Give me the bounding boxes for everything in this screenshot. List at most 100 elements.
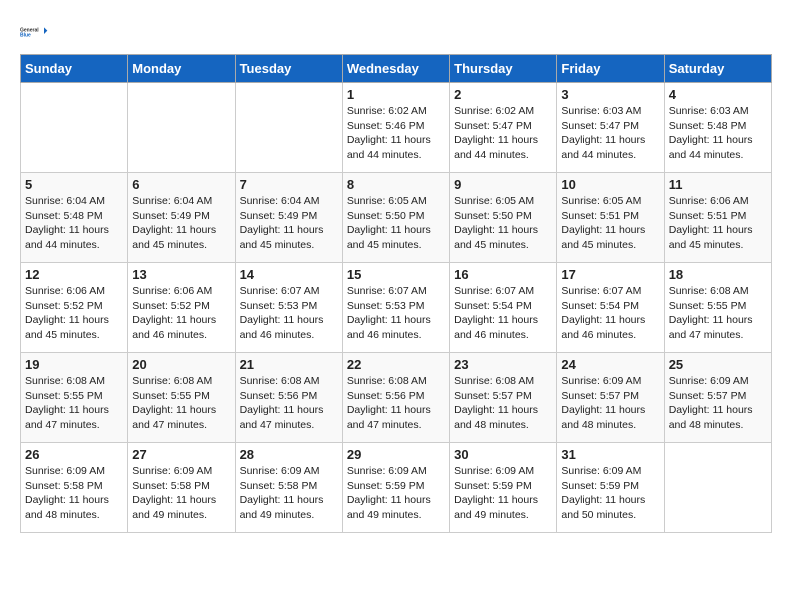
day-info: Sunrise: 6:09 AM Sunset: 5:57 PM Dayligh… bbox=[669, 374, 767, 433]
day-info: Sunrise: 6:08 AM Sunset: 5:55 PM Dayligh… bbox=[25, 374, 123, 433]
calendar-cell: 8 Sunrise: 6:05 AM Sunset: 5:50 PM Daylig… bbox=[342, 173, 449, 263]
day-info: Sunrise: 6:07 AM Sunset: 5:53 PM Dayligh… bbox=[347, 284, 445, 343]
day-number: 9 bbox=[454, 177, 552, 192]
day-info: Sunrise: 6:08 AM Sunset: 5:55 PM Dayligh… bbox=[132, 374, 230, 433]
day-info: Sunrise: 6:07 AM Sunset: 5:54 PM Dayligh… bbox=[454, 284, 552, 343]
day-number: 3 bbox=[561, 87, 659, 102]
calendar-cell: 12Sunrise: 6:06 AM Sunset: 5:52 PM Dayli… bbox=[21, 263, 128, 353]
day-number: 5 bbox=[25, 177, 123, 192]
calendar-cell: 26 Sunrise: 6:09 AM Sunset: 5:58 PM Dayli… bbox=[21, 443, 128, 533]
svg-text:Blue: Blue bbox=[20, 33, 31, 39]
day-number: 18 bbox=[669, 267, 767, 282]
calendar-cell: 29Sunrise: 6:09 AM Sunset: 5:59 PM Dayli… bbox=[342, 443, 449, 533]
day-info: Sunrise: 6:05 AM Sunset: 5:50 PM Dayligh… bbox=[347, 194, 445, 253]
calendar-cell: 30 Sunrise: 6:09 AM Sunset: 5:59 PM Dayli… bbox=[450, 443, 557, 533]
calendar-cell: 23 Sunrise: 6:08 AM Sunset: 5:57 PM Dayli… bbox=[450, 353, 557, 443]
day-info: Sunrise: 6:09 AM Sunset: 5:59 PM Dayligh… bbox=[561, 464, 659, 523]
calendar-week-row: 1 Sunrise: 6:02 AM Sunset: 5:46 PM Daylig… bbox=[21, 83, 772, 173]
calendar-cell: 14 Sunrise: 6:07 AM Sunset: 5:53 PM Dayli… bbox=[235, 263, 342, 353]
day-number: 13 bbox=[132, 267, 230, 282]
calendar-cell bbox=[21, 83, 128, 173]
calendar-cell bbox=[664, 443, 771, 533]
calendar-week-row: 12Sunrise: 6:06 AM Sunset: 5:52 PM Dayli… bbox=[21, 263, 772, 353]
day-info: Sunrise: 6:09 AM Sunset: 5:59 PM Dayligh… bbox=[454, 464, 552, 523]
day-info: Sunrise: 6:09 AM Sunset: 5:57 PM Dayligh… bbox=[561, 374, 659, 433]
weekday-header-wednesday: Wednesday bbox=[342, 55, 449, 83]
calendar-cell: 15 Sunrise: 6:07 AM Sunset: 5:53 PM Dayli… bbox=[342, 263, 449, 353]
day-info: Sunrise: 6:04 AM Sunset: 5:48 PM Dayligh… bbox=[25, 194, 123, 253]
day-number: 22 bbox=[347, 357, 445, 372]
calendar-week-row: 19Sunrise: 6:08 AM Sunset: 5:55 PM Dayli… bbox=[21, 353, 772, 443]
calendar-cell: 27 Sunrise: 6:09 AM Sunset: 5:58 PM Dayli… bbox=[128, 443, 235, 533]
day-number: 30 bbox=[454, 447, 552, 462]
day-number: 10 bbox=[561, 177, 659, 192]
calendar-cell: 11Sunrise: 6:06 AM Sunset: 5:51 PM Dayli… bbox=[664, 173, 771, 263]
day-info: Sunrise: 6:02 AM Sunset: 5:46 PM Dayligh… bbox=[347, 104, 445, 163]
weekday-header-friday: Friday bbox=[557, 55, 664, 83]
day-number: 28 bbox=[240, 447, 338, 462]
day-number: 23 bbox=[454, 357, 552, 372]
day-number: 6 bbox=[132, 177, 230, 192]
calendar-cell: 7Sunrise: 6:04 AM Sunset: 5:49 PM Daylig… bbox=[235, 173, 342, 263]
weekday-header-tuesday: Tuesday bbox=[235, 55, 342, 83]
day-number: 26 bbox=[25, 447, 123, 462]
day-info: Sunrise: 6:04 AM Sunset: 5:49 PM Dayligh… bbox=[132, 194, 230, 253]
day-info: Sunrise: 6:09 AM Sunset: 5:58 PM Dayligh… bbox=[25, 464, 123, 523]
day-info: Sunrise: 6:07 AM Sunset: 5:53 PM Dayligh… bbox=[240, 284, 338, 343]
calendar-cell: 21 Sunrise: 6:08 AM Sunset: 5:56 PM Dayli… bbox=[235, 353, 342, 443]
calendar-cell: 4Sunrise: 6:03 AM Sunset: 5:48 PM Daylig… bbox=[664, 83, 771, 173]
day-number: 31 bbox=[561, 447, 659, 462]
calendar-cell: 31 Sunrise: 6:09 AM Sunset: 5:59 PM Dayli… bbox=[557, 443, 664, 533]
calendar-cell: 13 Sunrise: 6:06 AM Sunset: 5:52 PM Dayli… bbox=[128, 263, 235, 353]
day-number: 27 bbox=[132, 447, 230, 462]
calendar-cell: 22 Sunrise: 6:08 AM Sunset: 5:56 PM Dayli… bbox=[342, 353, 449, 443]
day-info: Sunrise: 6:03 AM Sunset: 5:47 PM Dayligh… bbox=[561, 104, 659, 163]
day-info: Sunrise: 6:05 AM Sunset: 5:50 PM Dayligh… bbox=[454, 194, 552, 253]
day-number: 1 bbox=[347, 87, 445, 102]
calendar-cell bbox=[128, 83, 235, 173]
logo: GeneralBlue bbox=[20, 20, 50, 44]
day-info: Sunrise: 6:09 AM Sunset: 5:58 PM Dayligh… bbox=[132, 464, 230, 523]
day-number: 25 bbox=[669, 357, 767, 372]
day-info: Sunrise: 6:08 AM Sunset: 5:56 PM Dayligh… bbox=[240, 374, 338, 433]
weekday-header-monday: Monday bbox=[128, 55, 235, 83]
calendar-cell: 17 Sunrise: 6:07 AM Sunset: 5:54 PM Dayli… bbox=[557, 263, 664, 353]
day-number: 16 bbox=[454, 267, 552, 282]
day-info: Sunrise: 6:04 AM Sunset: 5:49 PM Dayligh… bbox=[240, 194, 338, 253]
calendar-cell: 28Sunrise: 6:09 AM Sunset: 5:58 PM Dayli… bbox=[235, 443, 342, 533]
day-number: 21 bbox=[240, 357, 338, 372]
day-info: Sunrise: 6:06 AM Sunset: 5:52 PM Dayligh… bbox=[25, 284, 123, 343]
day-info: Sunrise: 6:05 AM Sunset: 5:51 PM Dayligh… bbox=[561, 194, 659, 253]
calendar-cell: 10 Sunrise: 6:05 AM Sunset: 5:51 PM Dayli… bbox=[557, 173, 664, 263]
calendar-cell: 25 Sunrise: 6:09 AM Sunset: 5:57 PM Dayli… bbox=[664, 353, 771, 443]
calendar-cell: 18 Sunrise: 6:08 AM Sunset: 5:55 PM Dayli… bbox=[664, 263, 771, 353]
day-info: Sunrise: 6:08 AM Sunset: 5:57 PM Dayligh… bbox=[454, 374, 552, 433]
day-info: Sunrise: 6:03 AM Sunset: 5:48 PM Dayligh… bbox=[669, 104, 767, 163]
calendar-cell: 16 Sunrise: 6:07 AM Sunset: 5:54 PM Dayli… bbox=[450, 263, 557, 353]
day-number: 15 bbox=[347, 267, 445, 282]
day-number: 14 bbox=[240, 267, 338, 282]
calendar-cell: 3 Sunrise: 6:03 AM Sunset: 5:47 PM Daylig… bbox=[557, 83, 664, 173]
day-number: 8 bbox=[347, 177, 445, 192]
page-header: GeneralBlue bbox=[20, 20, 772, 44]
calendar-week-row: 5 Sunrise: 6:04 AM Sunset: 5:48 PM Daylig… bbox=[21, 173, 772, 263]
day-info: Sunrise: 6:08 AM Sunset: 5:55 PM Dayligh… bbox=[669, 284, 767, 343]
calendar-table: SundayMondayTuesdayWednesdayThursdayFrid… bbox=[20, 54, 772, 533]
day-info: Sunrise: 6:08 AM Sunset: 5:56 PM Dayligh… bbox=[347, 374, 445, 433]
weekday-header-row: SundayMondayTuesdayWednesdayThursdayFrid… bbox=[21, 55, 772, 83]
calendar-cell: 2Sunrise: 6:02 AM Sunset: 5:47 PM Daylig… bbox=[450, 83, 557, 173]
day-number: 17 bbox=[561, 267, 659, 282]
calendar-cell: 1 Sunrise: 6:02 AM Sunset: 5:46 PM Daylig… bbox=[342, 83, 449, 173]
day-info: Sunrise: 6:07 AM Sunset: 5:54 PM Dayligh… bbox=[561, 284, 659, 343]
weekday-header-saturday: Saturday bbox=[664, 55, 771, 83]
calendar-cell: 9 Sunrise: 6:05 AM Sunset: 5:50 PM Daylig… bbox=[450, 173, 557, 263]
calendar-cell: 5 Sunrise: 6:04 AM Sunset: 5:48 PM Daylig… bbox=[21, 173, 128, 263]
calendar-cell: 24Sunrise: 6:09 AM Sunset: 5:57 PM Dayli… bbox=[557, 353, 664, 443]
day-info: Sunrise: 6:09 AM Sunset: 5:59 PM Dayligh… bbox=[347, 464, 445, 523]
day-info: Sunrise: 6:06 AM Sunset: 5:52 PM Dayligh… bbox=[132, 284, 230, 343]
day-info: Sunrise: 6:02 AM Sunset: 5:47 PM Dayligh… bbox=[454, 104, 552, 163]
logo-icon: GeneralBlue bbox=[20, 20, 50, 44]
calendar-week-row: 26 Sunrise: 6:09 AM Sunset: 5:58 PM Dayli… bbox=[21, 443, 772, 533]
day-number: 20 bbox=[132, 357, 230, 372]
weekday-header-thursday: Thursday bbox=[450, 55, 557, 83]
